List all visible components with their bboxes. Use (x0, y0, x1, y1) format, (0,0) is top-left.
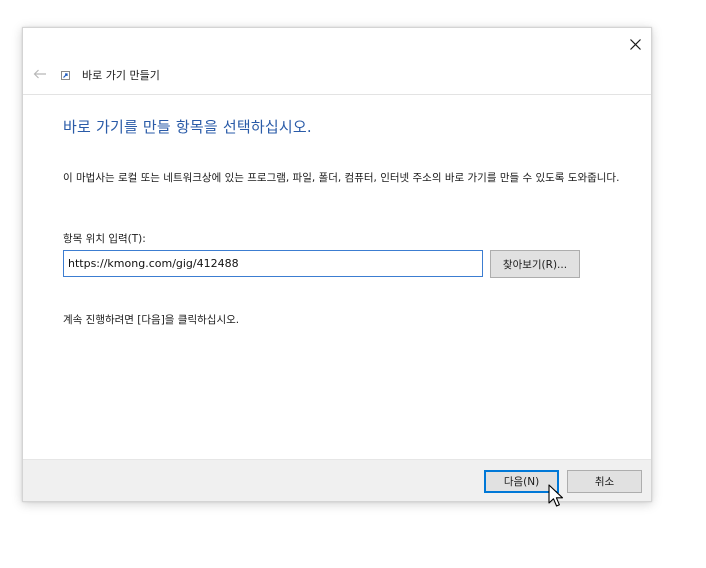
mouse-cursor-icon (548, 484, 564, 507)
back-arrow-icon (33, 69, 46, 79)
close-icon (629, 38, 641, 50)
wizard-description: 이 마법사는 로컬 또는 네트워크상에 있는 프로그램, 파일, 폴더, 컴퓨터… (63, 172, 620, 184)
header-divider (23, 94, 651, 95)
browse-button[interactable]: 찾아보기(R)... (490, 250, 580, 278)
page-heading: 바로 가기를 만들 항목을 선택하십시오. (63, 118, 312, 136)
wizard-title: 바로 가기 만들기 (82, 69, 160, 82)
continue-instruction: 계속 진행하려면 [다음]을 클릭하십시오. (63, 314, 240, 326)
cancel-button[interactable]: 취소 (567, 470, 642, 493)
create-shortcut-dialog: 바로 가기 만들기 바로 가기를 만들 항목을 선택하십시오. 이 마법사는 로… (22, 27, 652, 502)
close-button[interactable] (623, 32, 647, 56)
location-input[interactable] (63, 250, 483, 277)
location-label: 항목 위치 입력(T): (63, 233, 146, 245)
back-button[interactable] (31, 66, 49, 82)
shortcut-icon (61, 71, 70, 80)
